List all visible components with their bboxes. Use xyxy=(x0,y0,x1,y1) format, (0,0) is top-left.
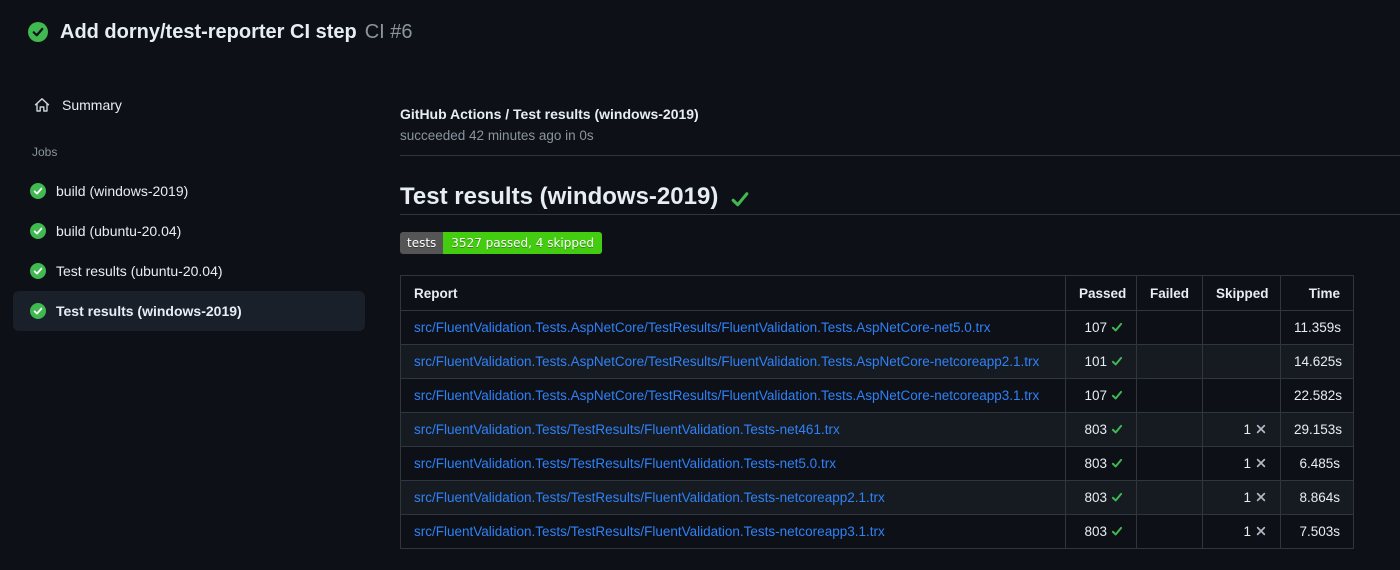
table-row: src/FluentValidation.Tests/TestResults/F… xyxy=(400,514,1354,549)
check-circle-icon xyxy=(30,223,46,239)
table-header-row: Report Passed Failed Skipped Time xyxy=(400,275,1354,311)
sidebar-item-build-ubuntu[interactable]: build (ubuntu-20.04) xyxy=(13,211,365,251)
job-label: Test results (ubuntu-20.04) xyxy=(56,263,223,279)
check-icon xyxy=(1111,492,1123,502)
x-icon xyxy=(1256,458,1266,468)
report-link[interactable]: src/FluentValidation.Tests.AspNetCore/Te… xyxy=(414,388,1039,403)
passed-cell: 107 xyxy=(1065,378,1137,413)
check-icon xyxy=(731,191,749,206)
x-icon xyxy=(1256,492,1266,502)
workflow-run-page: Add dorny/test-reporter CI step CI #6 Su… xyxy=(0,0,1400,570)
report-link[interactable]: src/FluentValidation.Tests.AspNetCore/Te… xyxy=(414,320,991,335)
table-row: src/FluentValidation.Tests/TestResults/F… xyxy=(400,480,1354,515)
failed-cell xyxy=(1136,446,1203,481)
check-run-title: GitHub Actions / Test results (windows-2… xyxy=(400,106,699,122)
table-row: src/FluentValidation.Tests/TestResults/F… xyxy=(400,412,1354,447)
time-cell: 22.582s xyxy=(1280,378,1354,413)
skipped-cell: 1 xyxy=(1202,514,1281,549)
report-link[interactable]: src/FluentValidation.Tests.AspNetCore/Te… xyxy=(414,354,1039,369)
sidebar-item-test-results-ubuntu[interactable]: Test results (ubuntu-20.04) xyxy=(13,251,365,291)
failed-cell xyxy=(1136,378,1203,413)
job-label: build (ubuntu-20.04) xyxy=(56,223,182,239)
check-icon xyxy=(1111,424,1123,434)
time-cell: 7.503s xyxy=(1280,514,1354,549)
skipped-cell: 1 xyxy=(1202,446,1281,481)
report-link[interactable]: src/FluentValidation.Tests/TestResults/F… xyxy=(414,490,885,505)
passed-cell: 101 xyxy=(1065,344,1137,379)
col-header-skipped: Skipped xyxy=(1202,275,1281,311)
check-run-header: GitHub Actions / Test results (windows-2… xyxy=(400,104,1400,156)
check-run-status: succeeded 42 minutes ago in 0s xyxy=(400,128,594,143)
check-icon xyxy=(1111,458,1123,468)
col-header-time: Time xyxy=(1280,275,1354,311)
report-link[interactable]: src/FluentValidation.Tests/TestResults/F… xyxy=(414,422,840,437)
badge-value: 3527 passed, 4 skipped xyxy=(443,232,602,254)
time-cell: 8.864s xyxy=(1280,480,1354,515)
passed-cell: 803 xyxy=(1065,514,1137,549)
passed-cell: 803 xyxy=(1065,446,1137,481)
skipped-cell xyxy=(1202,378,1281,413)
sidebar-item-test-results-windows[interactable]: Test results (windows-2019) xyxy=(13,291,365,331)
report-link[interactable]: src/FluentValidation.Tests/TestResults/F… xyxy=(414,456,836,471)
check-circle-icon xyxy=(28,22,48,42)
check-icon xyxy=(1111,356,1123,366)
failed-cell xyxy=(1136,514,1203,549)
failed-cell xyxy=(1136,310,1203,345)
run-header-bar: Add dorny/test-reporter CI step CI #6 xyxy=(0,0,1400,64)
check-icon xyxy=(1111,322,1123,332)
job-list: build (windows-2019) build (ubuntu-20.04… xyxy=(13,171,400,331)
test-results-table: Report Passed Failed Skipped Time src/Fl… xyxy=(400,275,1354,549)
skipped-cell: 1 xyxy=(1202,480,1281,515)
table-row: src/FluentValidation.Tests.AspNetCore/Te… xyxy=(400,378,1354,413)
sidebar-item-summary[interactable]: Summary xyxy=(34,95,400,115)
table-row: src/FluentValidation.Tests/TestResults/F… xyxy=(400,446,1354,481)
run-title: Add dorny/test-reporter CI step xyxy=(60,20,357,43)
time-cell: 6.485s xyxy=(1280,446,1354,481)
time-cell: 29.153s xyxy=(1280,412,1354,447)
check-icon xyxy=(1111,526,1123,536)
jobs-sidebar: Summary Jobs build (windows-2019) build … xyxy=(0,64,400,549)
passed-cell: 803 xyxy=(1065,480,1137,515)
check-circle-icon xyxy=(30,183,46,199)
col-header-failed: Failed xyxy=(1136,275,1203,311)
report-link[interactable]: src/FluentValidation.Tests/TestResults/F… xyxy=(414,524,885,539)
time-cell: 11.359s xyxy=(1280,310,1354,345)
main-content: GitHub Actions / Test results (windows-2… xyxy=(400,64,1400,549)
failed-cell xyxy=(1136,412,1203,447)
job-label: Test results (windows-2019) xyxy=(56,303,242,319)
check-circle-icon xyxy=(30,303,46,319)
x-icon xyxy=(1256,526,1266,536)
run-number: CI #6 xyxy=(364,20,413,43)
skipped-cell: 1 xyxy=(1202,412,1281,447)
home-icon xyxy=(34,98,50,112)
skipped-cell xyxy=(1202,344,1281,379)
skipped-cell xyxy=(1202,310,1281,345)
badge-label: tests xyxy=(400,232,444,254)
section-title: Test results (windows-2019) xyxy=(400,182,1400,215)
failed-cell xyxy=(1136,480,1203,515)
tests-badge: tests 3527 passed, 4 skipped xyxy=(400,232,602,254)
check-circle-icon xyxy=(30,263,46,279)
table-row: src/FluentValidation.Tests.AspNetCore/Te… xyxy=(400,310,1354,345)
col-header-report: Report xyxy=(400,275,1066,311)
section-title-text: Test results (windows-2019) xyxy=(400,183,719,210)
jobs-section-label: Jobs xyxy=(32,145,58,159)
sidebar-summary-label: Summary xyxy=(62,97,122,113)
x-icon xyxy=(1256,424,1266,434)
job-label: build (windows-2019) xyxy=(56,183,189,199)
failed-cell xyxy=(1136,344,1203,379)
check-icon xyxy=(1111,390,1123,400)
sidebar-item-build-windows[interactable]: build (windows-2019) xyxy=(13,171,365,211)
col-header-passed: Passed xyxy=(1065,275,1137,311)
table-row: src/FluentValidation.Tests.AspNetCore/Te… xyxy=(400,344,1354,379)
passed-cell: 107 xyxy=(1065,310,1137,345)
time-cell: 14.625s xyxy=(1280,344,1354,379)
passed-cell: 803 xyxy=(1065,412,1137,447)
